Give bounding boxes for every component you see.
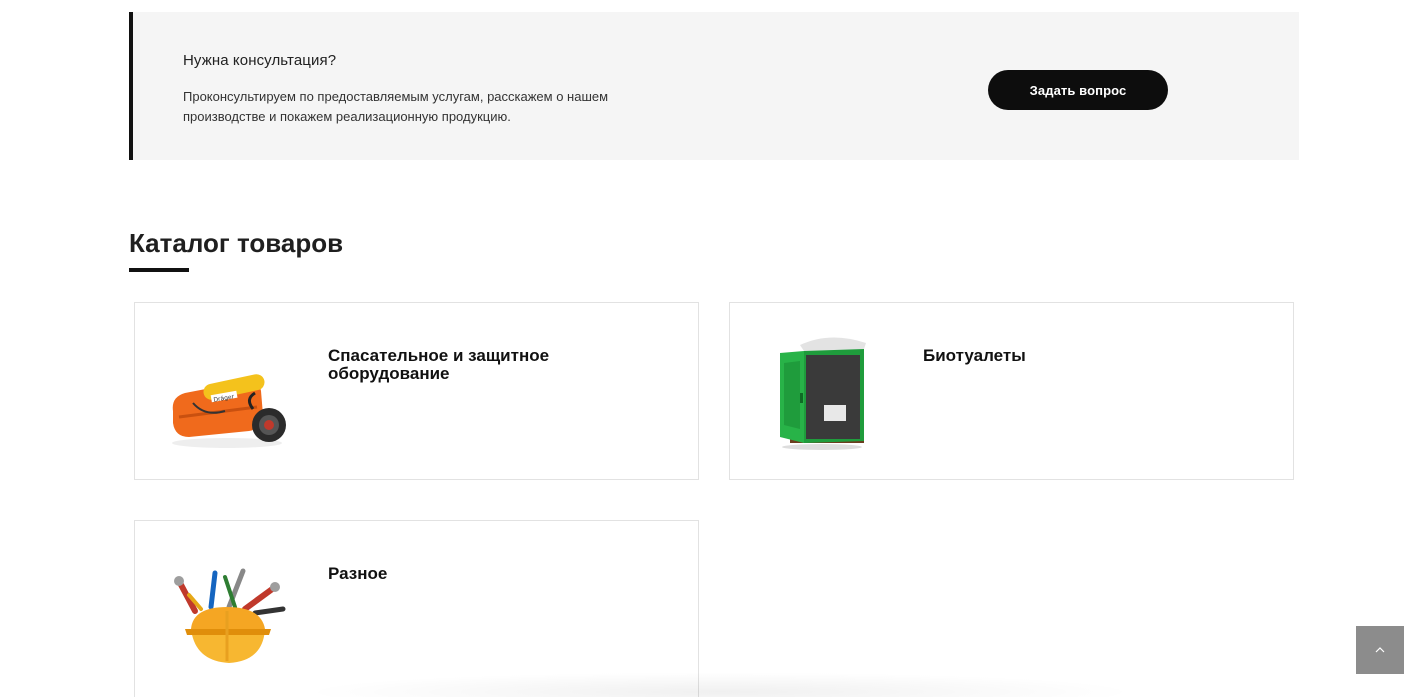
consultation-banner: Нужна консультация? Проконсультируем по …: [129, 12, 1299, 160]
chevron-up-icon: [1375, 641, 1385, 659]
catalog-heading: Каталог товаров: [129, 228, 344, 258]
tools-helmet-image: [165, 551, 295, 669]
catalog-card-misc[interactable]: Разное: [134, 520, 699, 697]
portable-toilet-image: [760, 333, 890, 451]
consultation-title: Нужна консультация?: [183, 52, 337, 69]
bottom-shadow: [300, 672, 1140, 697]
catalog-card-portable-toilets[interactable]: Биотуалеты: [729, 302, 1294, 480]
catalog-card-title: Разное: [328, 564, 388, 583]
scroll-to-top-button[interactable]: [1356, 626, 1404, 674]
catalog-card-rescue-equipment[interactable]: Dräger Спасательное и защитное оборудова…: [134, 302, 699, 480]
catalog-card-title: Биотуалеты: [923, 346, 1026, 365]
heading-underline: [129, 268, 189, 272]
rescue-equipment-image: Dräger: [165, 333, 295, 451]
consultation-text: Проконсультируем по предоставляемым услу…: [183, 89, 609, 124]
catalog-card-title: Спасательное и защитное оборудование: [328, 346, 550, 383]
ask-question-button[interactable]: Задать вопрос: [988, 70, 1168, 110]
